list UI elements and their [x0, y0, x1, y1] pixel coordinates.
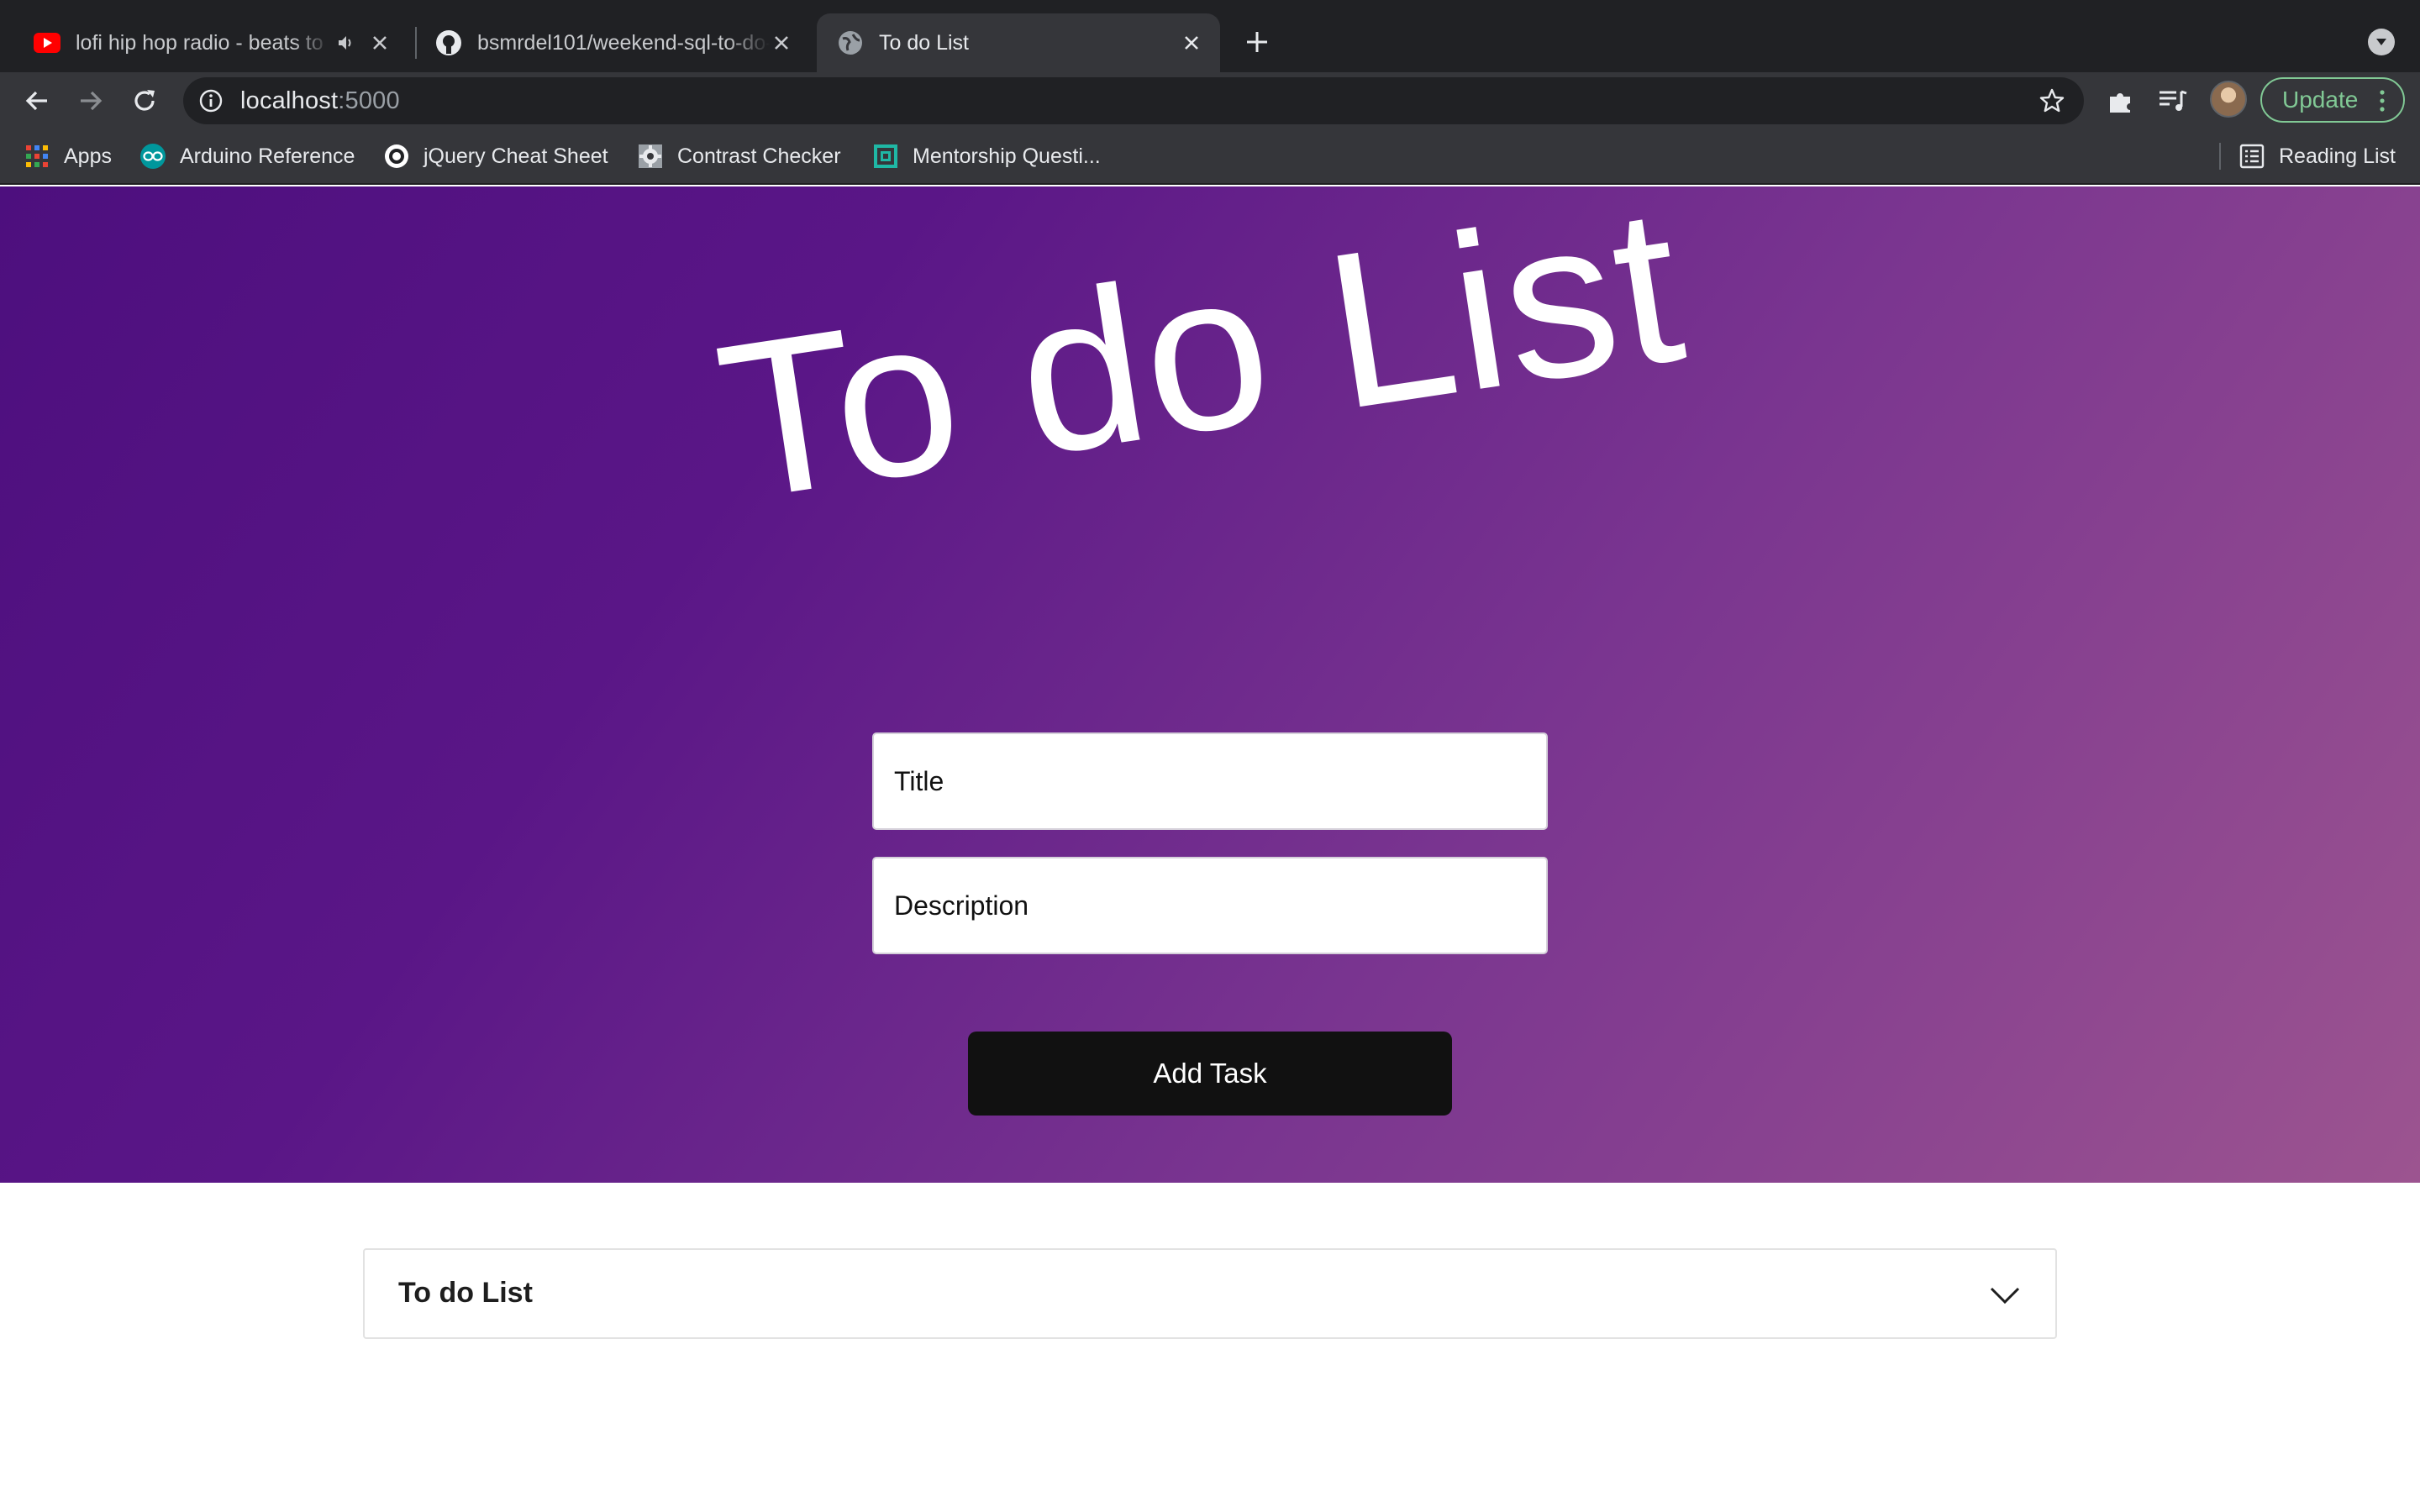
- reading-list-icon: [2238, 143, 2265, 170]
- tab-to-do-list[interactable]: To do List: [817, 13, 1220, 72]
- tab-title: To do List: [879, 30, 970, 55]
- gear-icon: [637, 143, 664, 170]
- apps-grid-icon: [24, 143, 50, 170]
- accordion-title: To do List: [398, 1277, 533, 1309]
- youtube-icon: [34, 29, 60, 56]
- arduino-icon: [139, 143, 166, 170]
- media-control-icon[interactable]: [2156, 84, 2190, 118]
- tab-github-repo[interactable]: bsmrdel101/weekend-sql-to-do-list: [415, 13, 810, 72]
- bookmarks-bar: Apps Arduino Reference jQuery Cheat Shee…: [0, 128, 2420, 185]
- update-button[interactable]: Update: [2260, 77, 2405, 123]
- globe-icon: [837, 29, 864, 56]
- tab-title: bsmrdel101/weekend-sql-to-do-list: [477, 30, 770, 55]
- close-icon[interactable]: [368, 31, 392, 55]
- reload-button[interactable]: [126, 82, 163, 119]
- description-input[interactable]: [872, 857, 1548, 954]
- close-icon[interactable]: [1180, 31, 1203, 55]
- info-icon[interactable]: [198, 88, 224, 113]
- url-port: :5000: [338, 87, 400, 114]
- speaker-icon[interactable]: [336, 33, 356, 53]
- bookmark-label: Apps: [64, 144, 112, 168]
- bookmark-label: Contrast Checker: [677, 144, 841, 168]
- add-task-button[interactable]: Add Task: [968, 1032, 1452, 1116]
- jquery-cheatsheet-icon: [383, 143, 410, 170]
- mentorship-icon: [872, 143, 899, 170]
- back-button[interactable]: [18, 82, 55, 119]
- bookmark-jquery-cheat-sheet[interactable]: jQuery Cheat Sheet: [383, 139, 608, 173]
- todo-list-accordion[interactable]: To do List: [363, 1248, 2057, 1339]
- bookmarks-divider: [2219, 143, 2221, 170]
- bookmark-label: Arduino Reference: [180, 144, 355, 168]
- bookmark-apps[interactable]: Apps: [24, 139, 112, 173]
- address-bar[interactable]: localhost:5000: [183, 77, 2084, 124]
- tab-search-icon[interactable]: [2368, 29, 2395, 55]
- url-host: localhost: [240, 87, 339, 114]
- bookmark-arduino-reference[interactable]: Arduino Reference: [139, 139, 355, 173]
- update-label: Update: [2282, 87, 2359, 113]
- bookmark-contrast-checker[interactable]: Contrast Checker: [637, 139, 841, 173]
- chevron-down-icon[interactable]: [1988, 1278, 2022, 1312]
- forward-button[interactable]: [72, 82, 109, 119]
- new-tab-button[interactable]: [1240, 25, 1274, 59]
- browser-tabstrip: lofi hip hop radio - beats to relax/stud…: [0, 0, 2420, 72]
- reading-list-button[interactable]: Reading List: [2238, 139, 2396, 173]
- reading-list-label: Reading List: [2279, 144, 2396, 168]
- browser-toolbar: localhost:5000 Update: [0, 72, 2420, 128]
- bookmark-label: jQuery Cheat Sheet: [424, 144, 608, 168]
- url-text[interactable]: localhost:5000: [240, 87, 400, 115]
- bookmark-star-icon[interactable]: [2039, 87, 2065, 114]
- tab-title: lofi hip hop radio - beats to relax/stud…: [76, 30, 331, 55]
- github-icon: [435, 29, 462, 56]
- tab-lofi-radio[interactable]: lofi hip hop radio - beats to relax/stud…: [13, 13, 408, 72]
- kebab-menu-icon[interactable]: [2380, 89, 2385, 113]
- hero-section: To do List Add Task: [0, 186, 2420, 1183]
- profile-avatar[interactable]: [2210, 81, 2247, 118]
- bookmark-mentorship-questions[interactable]: Mentorship Questi...: [872, 139, 1101, 173]
- page-title: To do List: [704, 186, 1697, 547]
- title-input[interactable]: [872, 732, 1548, 830]
- bookmark-label: Mentorship Questi...: [913, 144, 1101, 168]
- extensions-puzzle-icon[interactable]: [2104, 84, 2138, 118]
- close-icon[interactable]: [770, 31, 793, 55]
